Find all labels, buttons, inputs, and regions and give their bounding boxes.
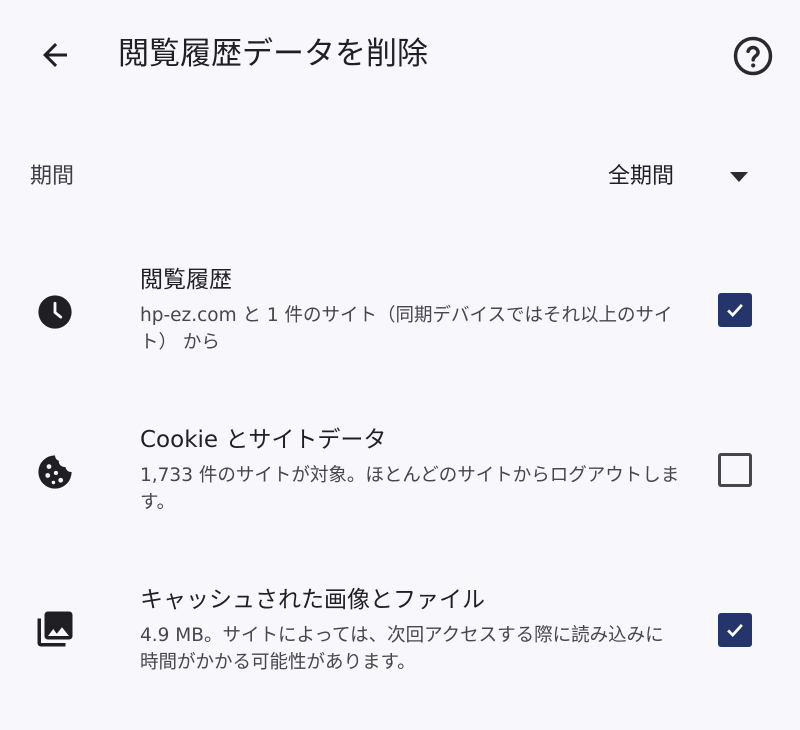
option-title: Cookie とサイトデータ [140,427,387,453]
checkmark-icon [727,304,743,318]
app-bar: 閲覧履歴データを削除 [0,0,800,110]
option-icon [34,608,76,650]
cookie-icon [38,455,72,489]
help-button[interactable] [730,33,776,79]
time-range-label: 期間 [30,164,75,189]
dropdown-arrow-icon [730,172,748,182]
option-icon [34,451,76,493]
cached-images-checkbox[interactable] [718,613,752,647]
image-library-icon [37,611,73,647]
help-circle-icon [733,36,773,76]
option-icon [34,291,76,333]
arrow-back-icon [43,43,67,67]
option-description: 4.9 MB。サイトによっては、次回アクセスする際に読み込みに時間がかかる可能性… [140,625,664,673]
back-button[interactable] [30,30,80,80]
cookies-checkbox[interactable] [718,453,752,487]
time-range-value: 全期間 [608,164,675,189]
time-range-row: 期間 全期間 [0,148,800,208]
option-title: 閲覧履歴 [140,267,232,293]
option-cached-images[interactable]: キャッシュされた画像とファイル 4.9 MB。サイトによっては、次回アクセスする… [0,576,800,696]
page-title: 閲覧履歴データを削除 [118,36,428,72]
checkmark-icon [727,624,743,638]
option-description: 1,733 件のサイトが対象。ほとんどのサイトからログアウトします。 [140,465,680,513]
time-range-dropdown[interactable]: 全期間 [600,154,770,200]
option-description: hp-ez.com と 1 件のサイト（同期デバイスではそれ以上のサイト） から [140,305,673,353]
clock-icon [38,295,72,329]
option-cookies[interactable]: Cookie とサイトデータ 1,733 件のサイトが対象。ほとんどのサイトから… [0,416,800,536]
option-title: キャッシュされた画像とファイル [140,587,485,613]
browsing-history-checkbox[interactable] [718,293,752,327]
option-browsing-history[interactable]: 閲覧履歴 hp-ez.com と 1 件のサイト（同期デバイスではそれ以上のサイ… [0,256,800,376]
